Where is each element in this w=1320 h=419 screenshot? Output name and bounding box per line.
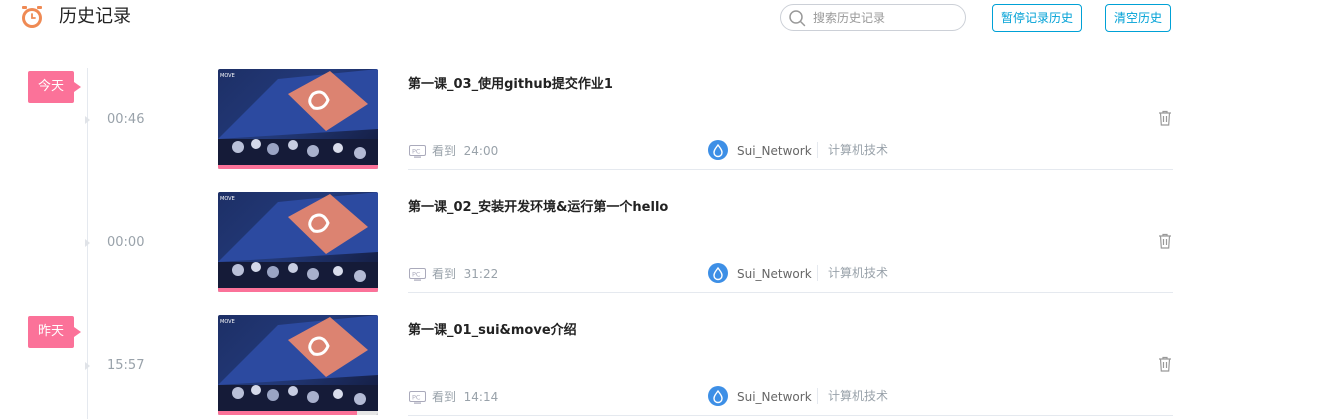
divider: [817, 142, 818, 158]
svg-text:PC: PC: [412, 148, 421, 156]
watch-progress-bar: [218, 411, 358, 415]
watch-time: 00:46: [107, 112, 145, 127]
pc-icon: PC: [409, 266, 426, 281]
trash-icon[interactable]: [1158, 110, 1172, 126]
timeline-dot: [85, 239, 90, 247]
watched-label: 看到: [432, 390, 457, 404]
watch-time: 15:57: [107, 358, 145, 373]
pc-icon: PC: [409, 143, 426, 158]
video-title[interactable]: 第一课_03_使用github提交作业1: [408, 76, 613, 94]
author-name[interactable]: Sui_Network: [737, 389, 812, 405]
svg-text:MOVE: MOVE: [220, 73, 235, 79]
day-tag-yesterday: 昨天: [28, 316, 81, 348]
trash-icon[interactable]: [1158, 356, 1172, 372]
watched-label: 看到: [432, 267, 457, 281]
header: 历史记录 暂停记录历史 清空历史: [0, 0, 1320, 40]
category-label: 计算机技术: [828, 143, 889, 157]
watch-progress-bar: [218, 165, 378, 169]
svg-text:MOVE: MOVE: [220, 196, 235, 202]
watched-time: 14:14: [463, 390, 499, 404]
watched-progress-text: 看到 24:00: [432, 143, 498, 159]
search-icon[interactable]: [788, 9, 806, 27]
clock-icon: [20, 5, 44, 29]
divider: [817, 388, 818, 404]
pause-history-button[interactable]: 暂停记录历史: [992, 4, 1082, 32]
avatar[interactable]: [708, 386, 728, 406]
thumbnail-image: MOVE: [218, 315, 378, 415]
watch-progress-bar: [218, 288, 378, 292]
watched-time: 24:00: [463, 144, 499, 158]
thumbnail-image: MOVE: [218, 192, 378, 292]
watched-progress-text: 看到 31:22: [432, 266, 498, 282]
day-tag-today: 今天: [28, 71, 81, 103]
svg-text:PC: PC: [412, 271, 421, 279]
timeline-dot: [85, 362, 90, 370]
timeline-dot: [85, 116, 90, 124]
video-thumbnail[interactable]: MOVE: [218, 192, 378, 292]
watched-progress-text: 看到 14:14: [432, 389, 498, 405]
video-title[interactable]: 第一课_02_安装开发环境&运行第一个hello: [408, 199, 668, 217]
video-title[interactable]: 第一课_01_sui&move介绍: [408, 322, 577, 340]
page-title: 历史记录: [59, 6, 131, 27]
category-label: 计算机技术: [828, 389, 889, 403]
clear-history-button[interactable]: 清空历史: [1105, 4, 1171, 32]
thumbnail-image: MOVE: [218, 69, 378, 169]
trash-icon[interactable]: [1158, 233, 1172, 249]
item-divider: [408, 415, 1173, 416]
search-box[interactable]: [780, 4, 966, 31]
video-thumbnail[interactable]: MOVE: [218, 69, 378, 169]
author-name[interactable]: Sui_Network: [737, 143, 812, 159]
video-thumbnail[interactable]: MOVE: [218, 315, 378, 415]
divider: [817, 265, 818, 281]
svg-text:PC: PC: [412, 394, 421, 402]
svg-text:MOVE: MOVE: [220, 319, 235, 325]
author-name[interactable]: Sui_Network: [737, 266, 812, 282]
category-label: 计算机技术: [828, 266, 889, 280]
watched-label: 看到: [432, 144, 457, 158]
item-divider: [408, 292, 1173, 293]
watched-time: 31:22: [463, 267, 499, 281]
avatar[interactable]: [708, 263, 728, 283]
watch-time: 00:00: [107, 235, 145, 250]
pc-icon: PC: [409, 389, 426, 404]
item-divider: [408, 169, 1173, 170]
avatar[interactable]: [708, 140, 728, 160]
search-input[interactable]: [813, 8, 958, 27]
